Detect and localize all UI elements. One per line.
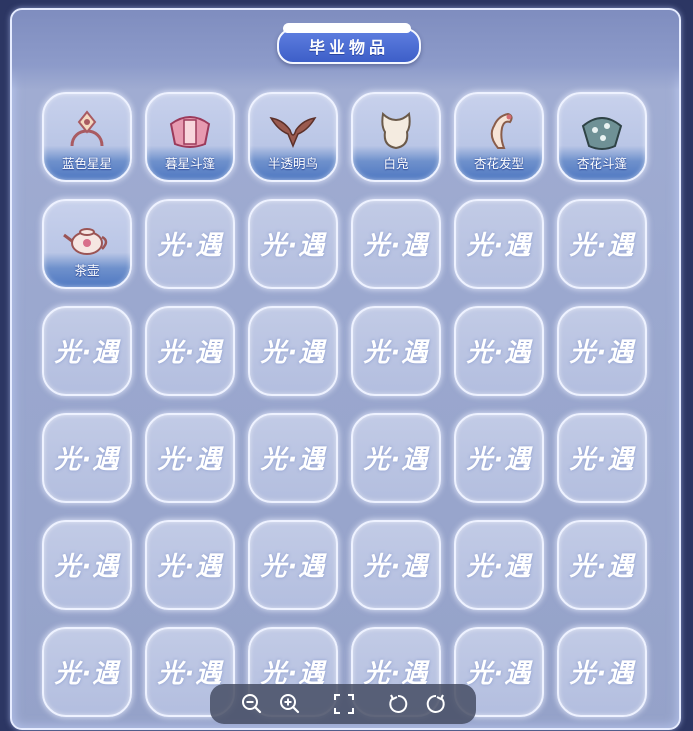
rotate-left-icon — [389, 694, 408, 713]
empty-slot[interactable]: 光·遇 — [557, 520, 647, 610]
empty-slot[interactable]: 光·遇 — [557, 199, 647, 289]
empty-slot[interactable]: 光·遇 — [248, 199, 338, 289]
empty-slot-logo: 光·遇 — [466, 338, 532, 368]
zoom-in-button[interactable] — [278, 692, 302, 716]
empty-slot[interactable]: 光·遇 — [145, 199, 235, 289]
empty-slot-logo: 光·遇 — [466, 445, 532, 475]
teapot-icon — [62, 213, 112, 261]
empty-slot-logo: 光·遇 — [157, 231, 223, 261]
empty-slot[interactable]: 光·遇 — [454, 520, 544, 610]
empty-slot[interactable]: 光·遇 — [454, 306, 544, 396]
empty-slot-logo: 光·遇 — [569, 231, 635, 261]
item-slot[interactable]: 暮星斗篷 — [145, 92, 235, 182]
item-label: 杏花发型 — [473, 156, 524, 171]
empty-slot-logo: 光·遇 — [569, 445, 635, 475]
item-label: 半透明鸟 — [267, 156, 318, 171]
empty-slot-logo: 光·遇 — [54, 552, 120, 582]
empty-slot-logo: 光·遇 — [466, 231, 532, 261]
empty-slot[interactable]: 光·遇 — [145, 413, 235, 503]
empty-slot[interactable]: 光·遇 — [557, 627, 647, 717]
apricot-hairstyle-icon — [474, 106, 524, 154]
empty-slot[interactable]: 光·遇 — [42, 413, 132, 503]
empty-slot-logo: 光·遇 — [54, 445, 120, 475]
empty-slot-logo: 光·遇 — [54, 659, 120, 689]
empty-slot[interactable]: 光·遇 — [557, 306, 647, 396]
fullscreen-icon — [334, 694, 354, 714]
empty-slot[interactable]: 光·遇 — [557, 413, 647, 503]
empty-slot-logo: 光·遇 — [363, 552, 429, 582]
empty-slot[interactable]: 光·遇 — [351, 199, 441, 289]
empty-slot[interactable]: 光·遇 — [42, 520, 132, 610]
empty-slot-logo: 光·遇 — [363, 338, 429, 368]
empty-slot-logo: 光·遇 — [260, 338, 326, 368]
item-slot[interactable]: 白凫 — [351, 92, 441, 182]
pink-cape-icon — [165, 106, 215, 154]
empty-slot[interactable]: 光·遇 — [351, 413, 441, 503]
empty-slot-logo: 光·遇 — [569, 659, 635, 689]
empty-slot[interactable]: 光·遇 — [351, 520, 441, 610]
star-necklace-icon — [62, 106, 112, 154]
translucent-bird-icon — [268, 106, 318, 154]
empty-slot-logo: 光·遇 — [466, 659, 532, 689]
inventory-panel: 毕业物品 蓝色星星 暮星斗篷 半透明鸟 白凫 杏花发型 杏花斗篷 茶壶 光·遇 光·遇 光·遇 光·… — [10, 8, 681, 730]
empty-slot[interactable]: 光·遇 — [351, 306, 441, 396]
rotate-left-button[interactable] — [386, 692, 410, 716]
item-label: 白凫 — [383, 156, 409, 171]
empty-slot-logo: 光·遇 — [157, 338, 223, 368]
white-hood-icon — [371, 106, 421, 154]
empty-slot-logo: 光·遇 — [157, 552, 223, 582]
empty-slot-logo: 光·遇 — [363, 445, 429, 475]
rotate-right-button[interactable] — [424, 692, 448, 716]
empty-slot-logo: 光·遇 — [260, 231, 326, 261]
empty-slot-logo: 光·遇 — [54, 338, 120, 368]
fullscreen-button[interactable] — [332, 692, 356, 716]
empty-slot[interactable]: 光·遇 — [145, 520, 235, 610]
empty-slot-logo: 光·遇 — [466, 552, 532, 582]
item-label: 杏花斗篷 — [576, 156, 627, 171]
item-grid: 蓝色星星 暮星斗篷 半透明鸟 白凫 杏花发型 杏花斗篷 茶壶 光·遇 光·遇 光·遇 光·遇 光·遇光… — [12, 10, 679, 728]
empty-slot[interactable]: 光·遇 — [42, 627, 132, 717]
item-slot[interactable]: 茶壶 — [42, 199, 132, 289]
empty-slot-logo: 光·遇 — [260, 445, 326, 475]
rotate-right-icon — [426, 694, 445, 713]
empty-slot[interactable]: 光·遇 — [145, 306, 235, 396]
item-slot[interactable]: 杏花斗篷 — [557, 92, 647, 182]
empty-slot[interactable]: 光·遇 — [454, 199, 544, 289]
empty-slot[interactable]: 光·遇 — [42, 306, 132, 396]
empty-slot-logo: 光·遇 — [569, 552, 635, 582]
item-slot[interactable]: 半透明鸟 — [248, 92, 338, 182]
empty-slot[interactable]: 光·遇 — [454, 413, 544, 503]
zoom-out-button[interactable] — [240, 692, 264, 716]
empty-slot-logo: 光·遇 — [569, 338, 635, 368]
item-slot[interactable]: 杏花发型 — [454, 92, 544, 182]
empty-slot-logo: 光·遇 — [260, 552, 326, 582]
empty-slot[interactable]: 光·遇 — [248, 306, 338, 396]
empty-slot[interactable]: 光·遇 — [248, 520, 338, 610]
zoom-in-icon — [280, 694, 300, 714]
empty-slot-logo: 光·遇 — [157, 445, 223, 475]
apricot-cape-icon — [577, 106, 627, 154]
zoom-out-icon — [242, 694, 262, 714]
item-label: 蓝色星星 — [61, 156, 112, 171]
empty-slot[interactable]: 光·遇 — [248, 413, 338, 503]
item-label: 暮星斗篷 — [164, 156, 215, 171]
item-label: 茶壶 — [74, 263, 100, 278]
image-viewer-toolbar — [210, 684, 476, 724]
item-slot[interactable]: 蓝色星星 — [42, 92, 132, 182]
empty-slot-logo: 光·遇 — [363, 231, 429, 261]
